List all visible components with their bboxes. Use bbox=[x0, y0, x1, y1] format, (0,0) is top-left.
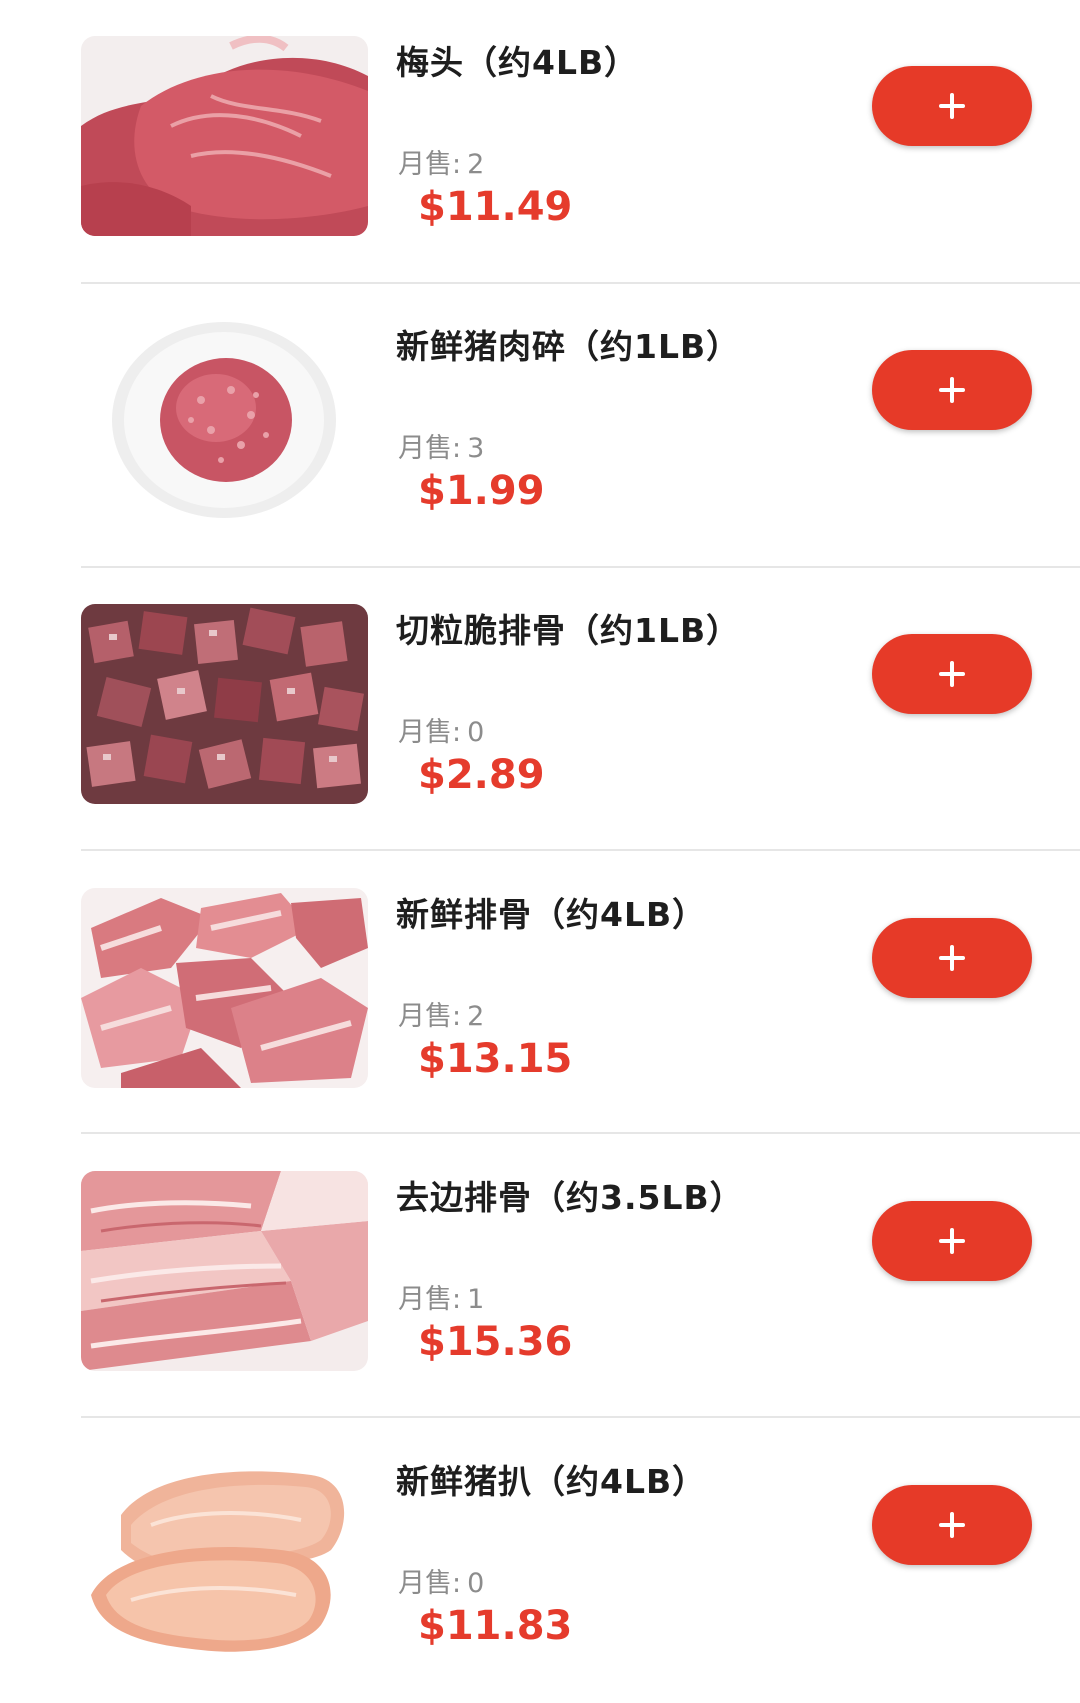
product-price: $1.99 bbox=[418, 468, 545, 514]
trimmed-ribs-image bbox=[81, 1171, 368, 1371]
monthly-sales-count: 0 bbox=[467, 717, 485, 748]
monthly-sales-label: 月售: bbox=[398, 1568, 462, 1599]
product-price: $11.83 bbox=[418, 1603, 573, 1649]
add-to-cart-button[interactable] bbox=[872, 1485, 1032, 1565]
monthly-sales-label: 月售: bbox=[398, 1284, 462, 1315]
monthly-sales: 月售: 0 bbox=[398, 710, 484, 749]
monthly-sales-count: 0 bbox=[467, 1568, 485, 1599]
product-price: $13.15 bbox=[418, 1036, 573, 1082]
product-name[interactable]: 去边排骨（约3.5LB） bbox=[396, 1171, 744, 1219]
add-to-cart-button[interactable] bbox=[872, 918, 1032, 998]
monthly-sales-count: 2 bbox=[467, 1001, 485, 1032]
monthly-sales: 月售: 1 bbox=[398, 1277, 484, 1316]
product-price: $2.89 bbox=[418, 752, 545, 798]
monthly-sales-count: 2 bbox=[467, 149, 485, 180]
pork-chops-image bbox=[81, 1455, 368, 1655]
product-row-3[interactable]: 新鲜排骨（约4LB） 月售: 2 $13.15 bbox=[0, 852, 1080, 1136]
plus-icon bbox=[939, 1228, 965, 1254]
diced-ribs-image bbox=[81, 604, 368, 804]
add-to-cart-button[interactable] bbox=[872, 66, 1032, 146]
monthly-sales-count: 3 bbox=[467, 433, 485, 464]
product-list: 梅头（约4LB） 月售: 2 $11.49 新鲜猪肉碎（约1LB） 月售: 3 … bbox=[0, 0, 1080, 1701]
monthly-sales: 月售: 2 bbox=[398, 994, 484, 1033]
spare-ribs-image bbox=[81, 888, 368, 1088]
product-price: $11.49 bbox=[418, 184, 573, 230]
product-image-pork-chops[interactable] bbox=[81, 1455, 368, 1655]
monthly-sales: 月售: 0 bbox=[398, 1561, 484, 1600]
monthly-sales-label: 月售: bbox=[398, 717, 462, 748]
row-divider bbox=[81, 849, 1080, 851]
row-divider bbox=[81, 1132, 1080, 1134]
plus-icon bbox=[939, 377, 965, 403]
product-name[interactable]: 新鲜猪肉碎（约1LB） bbox=[396, 320, 740, 368]
product-row-2[interactable]: 切粒脆排骨（约1LB） 月售: 0 $2.89 bbox=[0, 568, 1080, 852]
plus-icon bbox=[939, 1512, 965, 1538]
monthly-sales-count: 1 bbox=[467, 1284, 485, 1315]
product-image-ground-pork[interactable] bbox=[81, 320, 368, 520]
row-divider bbox=[81, 1416, 1080, 1418]
ground-pork-image bbox=[81, 320, 368, 520]
add-to-cart-button[interactable] bbox=[872, 634, 1032, 714]
product-name[interactable]: 新鲜排骨（约4LB） bbox=[396, 888, 706, 936]
monthly-sales-label: 月售: bbox=[398, 433, 462, 464]
product-name[interactable]: 梅头（约4LB） bbox=[396, 36, 638, 84]
product-name[interactable]: 新鲜猪扒（约4LB） bbox=[396, 1455, 706, 1503]
product-image-diced-ribs[interactable] bbox=[81, 604, 368, 804]
add-to-cart-button[interactable] bbox=[872, 350, 1032, 430]
product-image-pork-shoulder[interactable] bbox=[81, 36, 368, 236]
monthly-sales: 月售: 2 bbox=[398, 142, 484, 181]
product-row-4[interactable]: 去边排骨（约3.5LB） 月售: 1 $15.36 bbox=[0, 1135, 1080, 1419]
product-name[interactable]: 切粒脆排骨（约1LB） bbox=[396, 604, 740, 652]
plus-icon bbox=[939, 945, 965, 971]
monthly-sales-label: 月售: bbox=[398, 149, 462, 180]
product-row-0[interactable]: 梅头（约4LB） 月售: 2 $11.49 bbox=[0, 0, 1080, 284]
product-image-spare-ribs[interactable] bbox=[81, 888, 368, 1088]
pork-shoulder-image bbox=[81, 36, 368, 236]
add-to-cart-button[interactable] bbox=[872, 1201, 1032, 1281]
product-row-1[interactable]: 新鲜猪肉碎（约1LB） 月售: 3 $1.99 bbox=[0, 284, 1080, 568]
product-price: $15.36 bbox=[418, 1319, 573, 1365]
plus-icon bbox=[939, 93, 965, 119]
monthly-sales: 月售: 3 bbox=[398, 426, 484, 465]
product-image-trimmed-ribs[interactable] bbox=[81, 1171, 368, 1371]
monthly-sales-label: 月售: bbox=[398, 1001, 462, 1032]
product-row-5[interactable]: 新鲜猪扒（约4LB） 月售: 0 $11.83 bbox=[0, 1419, 1080, 1703]
plus-icon bbox=[939, 661, 965, 687]
